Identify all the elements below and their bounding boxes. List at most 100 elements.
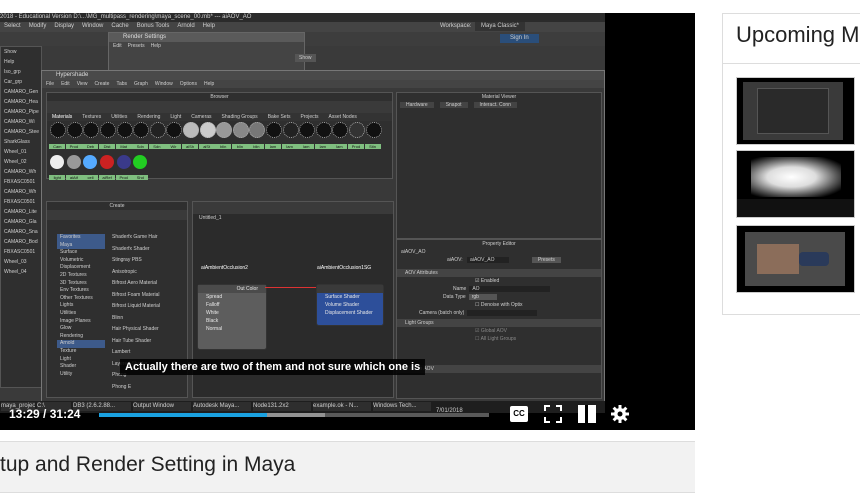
browser-tab[interactable]: Rendering	[137, 114, 160, 120]
create-item[interactable]: Hair Tube Shader	[109, 336, 179, 348]
viewer-options[interactable]: Hardware Snapot Interact. Conn	[397, 101, 601, 109]
show-button[interactable]: Show	[295, 54, 316, 62]
material-swatch[interactable]: lam	[281, 121, 299, 149]
outliner-item[interactable]: CAMARO_Lite	[1, 207, 41, 217]
material-swatch[interactable]: blin	[215, 121, 233, 149]
material-swatch[interactable]: Cam	[49, 121, 67, 149]
node1-attribute[interactable]: Spread	[198, 293, 266, 301]
create-item[interactable]: Shaderfx Shader	[109, 244, 179, 256]
camera-field[interactable]	[467, 310, 538, 316]
browser-tab[interactable]: Textures	[82, 114, 101, 120]
maya-menu-item[interactable]: Select	[4, 23, 21, 29]
browser-tab[interactable]: Shading Groups	[222, 114, 258, 120]
sign-in-button[interactable]: Sign In	[500, 34, 539, 43]
material-swatch[interactable]: Deb	[82, 121, 100, 149]
material-swatches-row1[interactable]: Cam Prod Deb Dist Mat Sdn Sdn Wir aiSh aiSt blin bl…	[47, 121, 392, 154]
material-swatch[interactable]: lam	[314, 121, 332, 149]
aiaov-field[interactable]: aiAOV_AO	[467, 257, 509, 263]
material-swatch[interactable]: aiSt	[198, 121, 216, 149]
taskbar-item[interactable]: Autodesk Maya...	[193, 402, 251, 411]
material-swatch[interactable]: Mat	[115, 121, 133, 149]
node1-out-color[interactable]: Out Color	[198, 285, 266, 293]
material-swatch[interactable]: Prod	[347, 121, 365, 149]
maya-menu-item[interactable]: Window	[82, 23, 103, 29]
viewer-option[interactable]: Hardware	[400, 102, 434, 108]
create-tree-item[interactable]: Favorites	[57, 234, 105, 242]
workspace-select[interactable]: Maya Classic*	[475, 22, 526, 31]
taskbar-item[interactable]: Node131.2x2	[253, 402, 311, 411]
material-swatch[interactable]: aiAtf	[65, 154, 82, 180]
browser-tabs[interactable]: Materials Textures Utilities Rendering Light…	[47, 113, 392, 121]
outliner-item[interactable]: CAMARO_Pipe	[1, 107, 41, 117]
browser-tab[interactable]: Materials	[52, 114, 72, 120]
browser-tab[interactable]: Cameras	[191, 114, 211, 120]
create-tree-item[interactable]: Other Textures	[57, 295, 105, 303]
outliner-item[interactable]: CAMARO_Wi	[1, 117, 41, 127]
outliner-item[interactable]: CAMARO_Wh	[1, 167, 41, 177]
maya-menu-items[interactable]: Select Modify Display Window Cache Bonus Tool…	[0, 23, 219, 29]
create-tree-item[interactable]: Displacement	[57, 264, 105, 272]
render-settings-menu-item[interactable]: Presets	[128, 43, 145, 49]
maya-menu-item[interactable]: Arnold	[177, 23, 194, 29]
node1-attribute[interactable]: White	[198, 309, 266, 317]
material-swatch[interactable]: aiRef	[99, 154, 116, 180]
outliner-item[interactable]: CAMARO_Stee	[1, 127, 41, 137]
outliner-item[interactable]: Wheel_02	[1, 157, 41, 167]
create-item[interactable]: Stingray PBS	[109, 255, 179, 267]
create-tree-item[interactable]: Utilities	[57, 310, 105, 318]
maya-menu-item[interactable]: Display	[54, 23, 74, 29]
taskbar-item[interactable]: Windows Tech...	[373, 402, 431, 411]
create-tree-item[interactable]: Rendering	[57, 333, 105, 341]
create-item[interactable]: Lambert	[109, 347, 179, 359]
browser-toolbar[interactable]	[47, 101, 392, 113]
hypershade-menu-item[interactable]: View	[77, 81, 88, 87]
outliner-item[interactable]: Iso_grp	[1, 67, 41, 77]
create-tree[interactable]: Favorites Maya Surface Volumetric Displaceme…	[57, 234, 105, 378]
outliner-item[interactable]: FBXASC0501	[1, 197, 41, 207]
outliner-item[interactable]: Wheel_04	[1, 267, 41, 277]
browser-tab[interactable]: Bake Sets	[268, 114, 291, 120]
material-swatch[interactable]: Prod	[115, 154, 132, 180]
create-tree-item[interactable]: Lights	[57, 302, 105, 310]
maya-screenshot-thumbnail[interactable]	[736, 77, 855, 145]
material-swatch[interactable]: lam	[298, 121, 316, 149]
hypershade-menu-item[interactable]: Graph	[134, 81, 148, 87]
data-type-select[interactable]: rgb	[468, 294, 497, 300]
render-settings-menu-item[interactable]: Help	[151, 43, 161, 49]
viewer-option[interactable]: Interact. Conn	[473, 102, 517, 108]
outliner-item[interactable]: CAMARO_Gen	[1, 87, 41, 97]
material-swatch[interactable]: light	[49, 154, 66, 180]
custom-aov-header[interactable]: Custom AOV	[397, 365, 601, 373]
maya-menu-item[interactable]: Cache	[111, 23, 128, 29]
browser-tab[interactable]: Light	[170, 114, 181, 120]
maya-menu-item[interactable]: Help	[203, 23, 215, 29]
material-swatch[interactable]: Dist	[99, 121, 117, 149]
outliner-item[interactable]: Wheel_03	[1, 257, 41, 267]
gear-icon[interactable]	[610, 404, 630, 424]
browser-tab[interactable]: Asset Nodes	[329, 114, 357, 120]
outliner-list[interactable]: Show Help Iso_grp Car_grp CAMARO_Gen CAMARO_H…	[1, 47, 41, 277]
render-settings-menu[interactable]: Edit Presets Help	[109, 42, 304, 50]
outliner-item[interactable]: CAMARO_Bod	[1, 237, 41, 247]
create-item[interactable]: Shaderfx Game Hair	[109, 232, 179, 244]
material-swatch[interactable]: Shd	[132, 154, 149, 180]
outliner-item[interactable]: Car_grp	[1, 77, 41, 87]
hypershade-menu-item[interactable]: Tabs	[116, 81, 127, 87]
graph-tab[interactable]: Untitled_1	[193, 214, 393, 222]
create-item[interactable]: Blinn	[109, 313, 179, 325]
material-swatch[interactable]: Sdn	[148, 121, 166, 149]
material-swatch[interactable]: Wir	[165, 121, 183, 149]
material-swatches-row2[interactable]: light aiAtf cell aiRef Prod Shd	[47, 154, 392, 185]
browser-tab[interactable]: Utilities	[111, 114, 127, 120]
create-tree-item[interactable]: Surface	[57, 249, 105, 257]
hypershade-menu-item[interactable]: Window	[155, 81, 173, 87]
create-item[interactable]: Hair Physical Shader	[109, 324, 179, 336]
browser-tab[interactable]: Projects	[300, 114, 318, 120]
node2-attribute[interactable]: Volume Shader	[317, 301, 383, 309]
material-swatch[interactable]: Sdn	[132, 121, 150, 149]
create-tree-item[interactable]: Utility	[57, 371, 105, 379]
create-item[interactable]: Bifrost Foam Material	[109, 290, 179, 302]
create-item[interactable]: Bifrost Aero Material	[109, 278, 179, 290]
taskbar-item[interactable]: DB3 (2.6.2.88...	[73, 402, 131, 411]
render-settings-menu-item[interactable]: Edit	[113, 43, 122, 49]
